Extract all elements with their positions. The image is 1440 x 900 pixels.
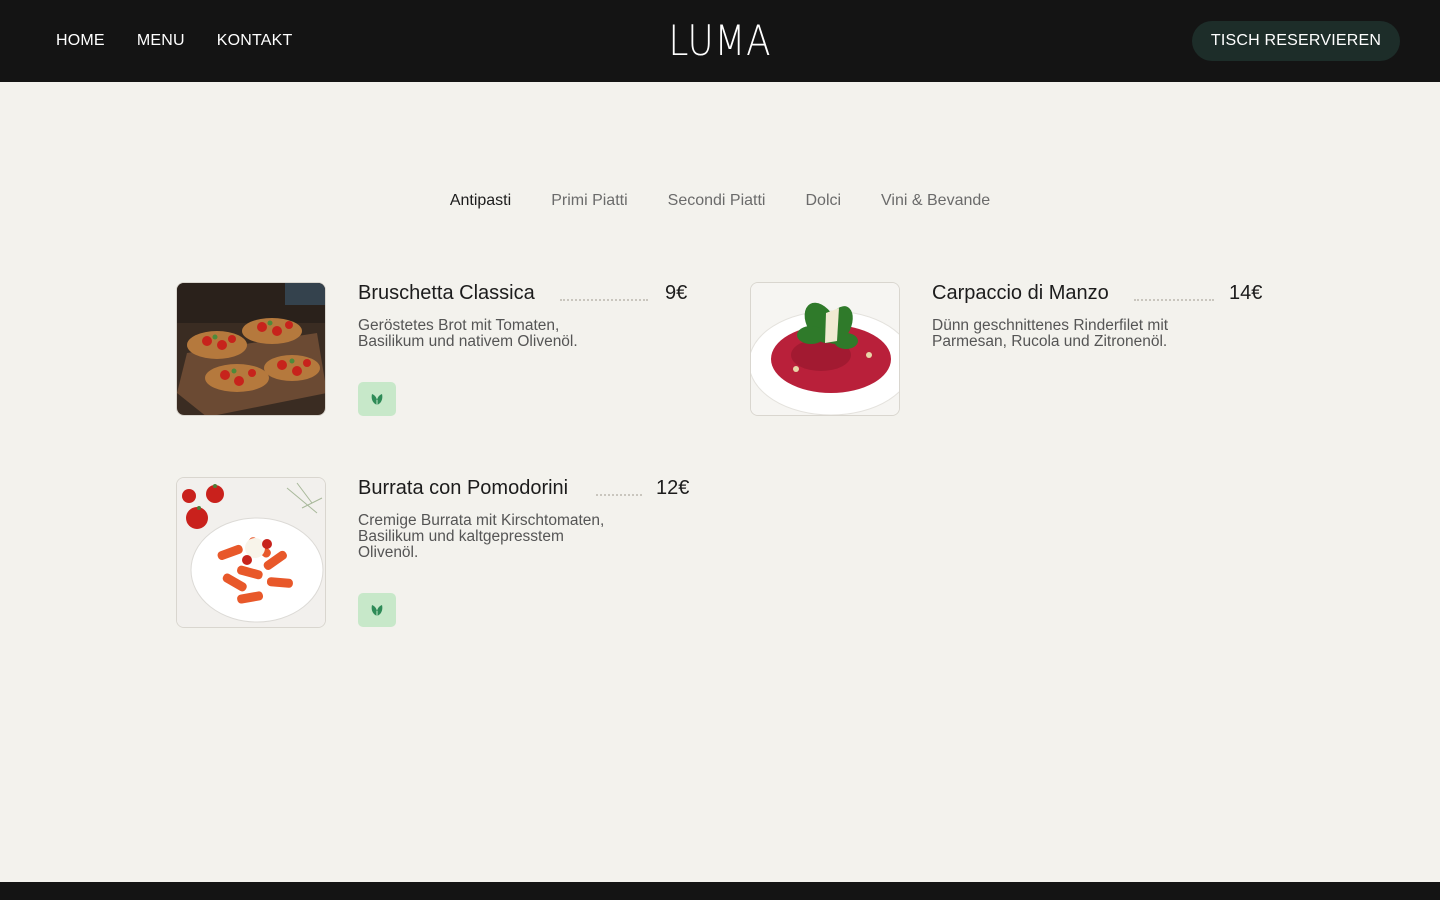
- menu-item: Burrata con Pomodorini 12€ Cremige Burra…: [176, 477, 690, 629]
- tab-vini-bevande[interactable]: Vini & Bevande: [881, 192, 990, 210]
- burrata-pasta-image: [176, 477, 326, 628]
- category-tabs: Antipasti Primi Piatti Secondi Piatti Do…: [0, 192, 1440, 210]
- item-title: Bruschetta Classica: [358, 282, 535, 304]
- reserve-table-button[interactable]: TISCH RESERVIEREN: [1192, 21, 1400, 61]
- menu-item: Carpaccio di Manzo 14€ Dünn geschnittene…: [750, 282, 1264, 418]
- leaf-icon: [371, 605, 383, 616]
- vegetarian-badge: [358, 593, 396, 627]
- bruschetta-image: [176, 282, 326, 416]
- site-header: HOME MENU KONTAKT LUMA TISCH RESERVIEREN: [0, 0, 1440, 82]
- footer-bar: [0, 882, 1440, 900]
- item-description: Dünn geschnittenes Rinderfilet mit Parme…: [932, 317, 1169, 350]
- tab-primi-piatti[interactable]: Primi Piatti: [551, 192, 627, 210]
- logo[interactable]: LUMA: [108, 18, 1332, 64]
- price-leader-dots: [560, 299, 648, 301]
- tab-dolci[interactable]: Dolci: [805, 192, 841, 210]
- price-leader-dots: [596, 494, 642, 496]
- tab-secondi-piatti[interactable]: Secondi Piatti: [668, 192, 766, 210]
- item-price: 12€: [656, 477, 690, 499]
- item-title: Carpaccio di Manzo: [932, 282, 1109, 304]
- carpaccio-image: [750, 282, 900, 416]
- price-leader-dots: [1134, 299, 1214, 301]
- item-description: Cremige Burrata mit Kirschtomaten, Basil…: [358, 512, 605, 561]
- nav-home-link[interactable]: HOME: [56, 32, 105, 50]
- item-title: Burrata con Pomodorini: [358, 477, 569, 499]
- tab-antipasti[interactable]: Antipasti: [450, 192, 511, 210]
- leaf-icon: [371, 394, 383, 405]
- menu-item: Bruschetta Classica 9€ Geröstetes Brot m…: [176, 282, 690, 418]
- item-price: 14€: [1229, 282, 1263, 304]
- vegetarian-badge: [358, 382, 396, 416]
- item-price: 9€: [665, 282, 688, 304]
- item-description: Geröstetes Brot mit Tomaten, Basilikum u…: [358, 317, 578, 350]
- logo-text: LUMA: [668, 16, 772, 65]
